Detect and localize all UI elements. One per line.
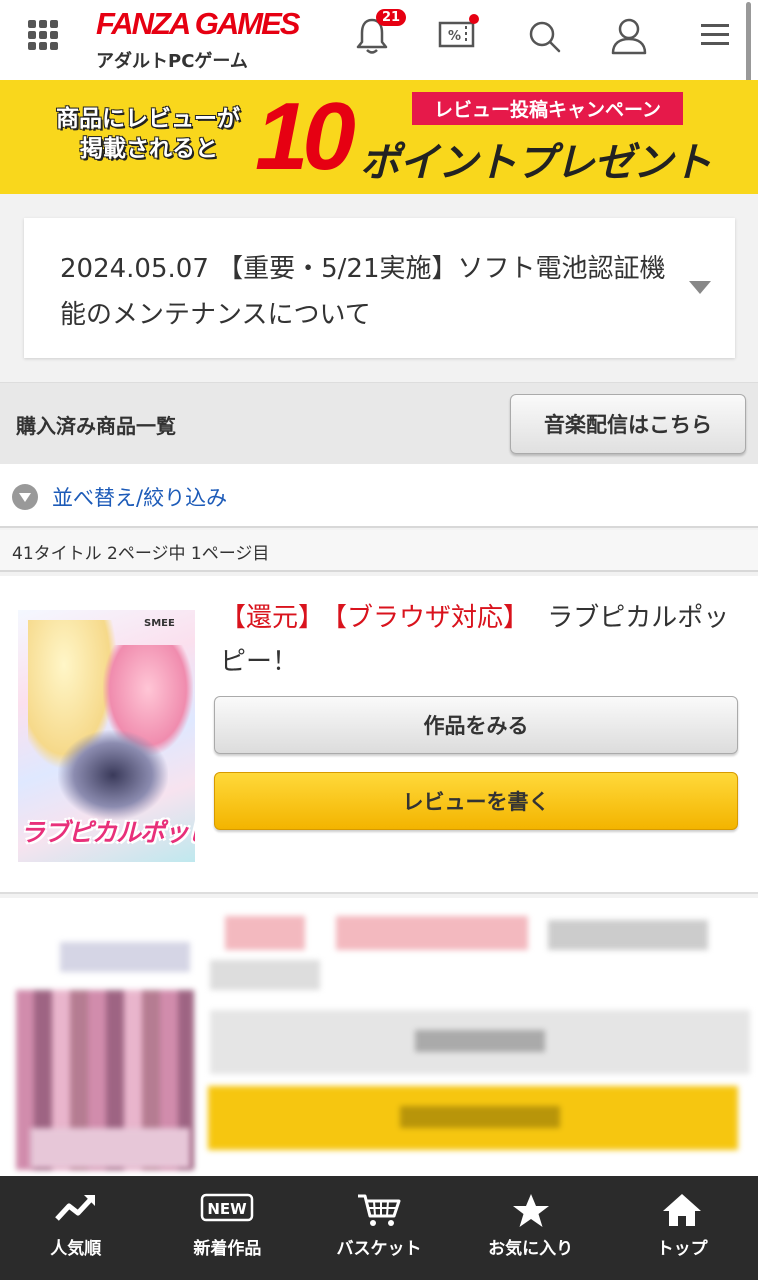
app-grid-icon[interactable] [28, 20, 58, 50]
tag-browser: 【ブラウザ対応】 [334, 603, 530, 633]
nav-new[interactable]: NEW 新着作品 [152, 1176, 304, 1280]
search-icon[interactable] [527, 16, 563, 56]
coupon-indicator-dot [469, 14, 479, 24]
blurred-tag [225, 916, 305, 950]
review-campaign-banner[interactable]: 商品にレビューが 掲載されると 10 レビュー投稿キャンペーン ポイントプレゼン… [0, 80, 758, 194]
blurred-thumbnail-part [30, 1128, 190, 1168]
blurred-title [548, 920, 708, 950]
cart-icon [357, 1194, 401, 1226]
nav-basket-label: バスケット [336, 1239, 422, 1259]
nav-top-label: トップ [656, 1239, 708, 1259]
product-item-blurred [0, 898, 758, 1176]
trending-icon [54, 1195, 95, 1221]
new-badge-icon: NEW [201, 1193, 254, 1222]
result-count-bar: 41タイトル 2ページ中 1ページ目 [0, 530, 758, 572]
nav-new-label: 新着作品 [193, 1239, 262, 1259]
user-account-icon[interactable] [610, 16, 648, 56]
triangle-down-icon [12, 484, 38, 510]
nav-popular[interactable]: 人気順 [0, 1176, 152, 1280]
blurred-review-button[interactable] [208, 1086, 738, 1150]
coupon-icon[interactable]: % [438, 20, 476, 50]
banner-main-text: ポイントプレゼント [360, 140, 712, 186]
sort-filter-link[interactable]: 並べ替え/絞り込み [52, 482, 227, 512]
result-count: 41タイトル 2ページ中 1ページ目 [12, 544, 270, 564]
blurred-title [210, 960, 320, 990]
blurred-thumbnail-part [60, 942, 190, 972]
star-icon [512, 1194, 549, 1227]
fanza-games-logo[interactable]: FANZA GAMES [96, 6, 300, 42]
nav-basket[interactable]: バスケット [303, 1176, 455, 1280]
blurred-tag [336, 916, 528, 950]
hamburger-menu-icon[interactable] [700, 22, 730, 48]
banner-ribbon: レビュー投稿キャンペーン [412, 92, 684, 125]
sort-filter-bar[interactable]: 並べ替え/絞り込み [0, 464, 758, 528]
nav-favorites-label: お気に入り [488, 1239, 574, 1259]
product-title[interactable]: 【還元】 【ブラウザ対応】 ラブピカルポッピー！ [220, 596, 730, 684]
notification-badge: 21 [376, 9, 407, 26]
svg-text:NEW: NEW [208, 1200, 248, 1218]
blurred-view-button[interactable] [210, 1010, 750, 1074]
music-distribution-button[interactable]: 音楽配信はこちら [510, 394, 746, 454]
home-icon [663, 1194, 702, 1226]
tag-cashback: 【還元】 [220, 603, 325, 633]
header: FANZA GAMES アダルトPCゲーム 21 % [0, 0, 758, 172]
bottom-navigation: 人気順 NEW 新着作品 バスケット お気に入り トップ [0, 1176, 758, 1280]
nav-favorites[interactable]: お気に入り [455, 1176, 607, 1280]
notice-text: 2024.05.07 【重要・5/21実施】ソフト電池認証機能のメンテナンスにつ… [60, 254, 666, 330]
maintenance-notice[interactable]: 2024.05.07 【重要・5/21実施】ソフト電池認証機能のメンテナンスにつ… [24, 218, 735, 358]
banner-points-number: 10 [255, 83, 356, 190]
nav-top[interactable]: トップ [606, 1176, 758, 1280]
view-product-button[interactable]: 作品をみる [214, 696, 738, 754]
banner-left-text: 商品にレビューが 掲載されると [56, 106, 240, 162]
purchased-title: 購入済み商品一覧 [16, 414, 176, 438]
svg-text:%: % [448, 29, 461, 44]
thumbnail-title-logo: ラブピカルポッピー [20, 818, 195, 847]
write-review-button[interactable]: レビューを書く [214, 772, 738, 830]
expand-arrow-icon[interactable] [689, 281, 711, 294]
product-thumbnail[interactable]: SMEE ラブピカルポッピー [18, 610, 195, 862]
thumbnail-brand: SMEE [144, 618, 175, 629]
purchased-header: 購入済み商品一覧 音楽配信はこちら [0, 382, 758, 464]
nav-popular-label: 人気順 [50, 1239, 102, 1259]
product-item: SMEE ラブピカルポッピー 【還元】【ブラウザ対応】 ラブピカルポッピー！ 作… [0, 576, 758, 894]
site-subtitle: アダルトPCゲーム [96, 51, 248, 72]
